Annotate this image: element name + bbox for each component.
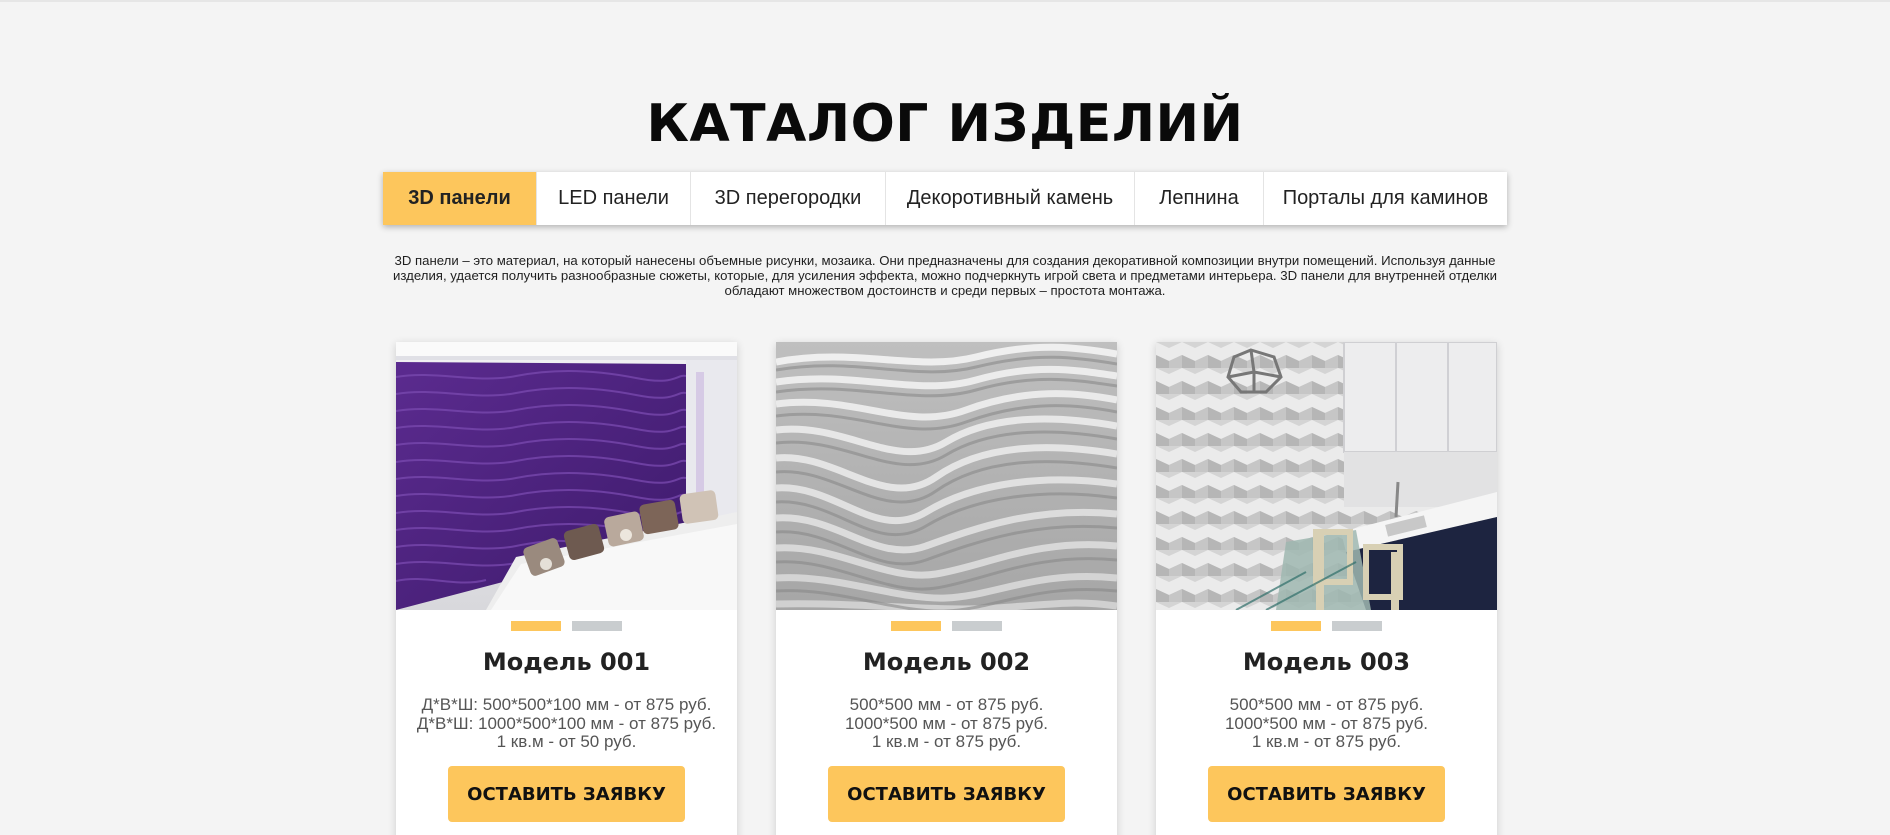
tab-decorative-stone[interactable]: Декоротивный камень (886, 172, 1135, 225)
spec-line: 1000*500 мм - от 875 руб. (1224, 713, 1429, 733)
tab-3d-partitions[interactable]: 3D перегородки (691, 172, 886, 225)
product-title: Модель 003 (1242, 648, 1411, 676)
page-title: КАТАЛОГ ИЗДЕЛИЙ (646, 94, 1244, 154)
spec-line: 1 кв.м - от 875 руб. (871, 732, 1022, 751)
spec-line: 500*500 мм - от 875 руб. (849, 695, 1044, 714)
tab-moldings[interactable]: Лепнина (1135, 172, 1264, 225)
slider-dot-2[interactable] (1332, 621, 1382, 631)
product-card: Модель 001 Д*В*Ш: 500*500*100 мм - от 87… (396, 342, 737, 835)
order-button[interactable]: ОСТАВИТЬ ЗАЯВКУ (1208, 766, 1445, 822)
spec-line: 1 кв.м - от 50 руб. (496, 732, 637, 751)
product-image[interactable] (776, 342, 1117, 610)
spec-line: 500*500 мм - от 875 руб. (1229, 695, 1424, 714)
product-card: Модель 003 500*500 мм - от 875 руб. 1000… (1156, 342, 1497, 835)
catalog-page: КАТАЛОГ ИЗДЕЛИЙ 3D панели LED панели 3D … (0, 0, 1890, 835)
order-button[interactable]: ОСТАВИТЬ ЗАЯВКУ (448, 766, 685, 822)
tab-fireplace-portals[interactable]: Порталы для каминов (1264, 172, 1507, 225)
slider-dot-2[interactable] (572, 621, 622, 631)
category-description: 3D панели – это материал, на который нан… (393, 253, 1497, 298)
category-tabs: 3D панели LED панели 3D перегородки Деко… (383, 172, 1507, 225)
spec-line: Д*В*Ш: 500*500*100 мм - от 875 руб. (421, 695, 712, 714)
product-specs: 500*500 мм - от 875 руб. 1000*500 мм - о… (1156, 695, 1497, 752)
spec-line: 1 кв.м - от 875 руб. (1251, 732, 1402, 751)
product-specs: Д*В*Ш: 500*500*100 мм - от 875 руб. Д*В*… (396, 695, 737, 752)
product-card: Модель 002 500*500 мм - от 875 руб. 1000… (776, 342, 1117, 835)
product-specs: 500*500 мм - от 875 руб. 1000*500 мм - о… (776, 695, 1117, 752)
spec-line: Д*В*Ш: 1000*500*100 мм - от 875 руб. (416, 713, 717, 733)
order-button[interactable]: ОСТАВИТЬ ЗАЯВКУ (828, 766, 1065, 822)
product-title: Модель 001 (482, 648, 651, 676)
product-image[interactable] (396, 342, 737, 610)
slider-dot-2[interactable] (952, 621, 1002, 631)
slider-dots (396, 621, 737, 631)
slider-dots (776, 621, 1117, 631)
slider-dot-1[interactable] (511, 621, 561, 631)
slider-dot-1[interactable] (1271, 621, 1321, 631)
slider-dot-1[interactable] (891, 621, 941, 631)
tab-led-panels[interactable]: LED панели (537, 172, 691, 225)
product-title: Модель 002 (862, 648, 1031, 676)
slider-dots (1156, 621, 1497, 631)
tab-3d-panels[interactable]: 3D панели (383, 172, 537, 225)
product-image[interactable] (1156, 342, 1497, 610)
spec-line: 1000*500 мм - от 875 руб. (844, 713, 1049, 733)
